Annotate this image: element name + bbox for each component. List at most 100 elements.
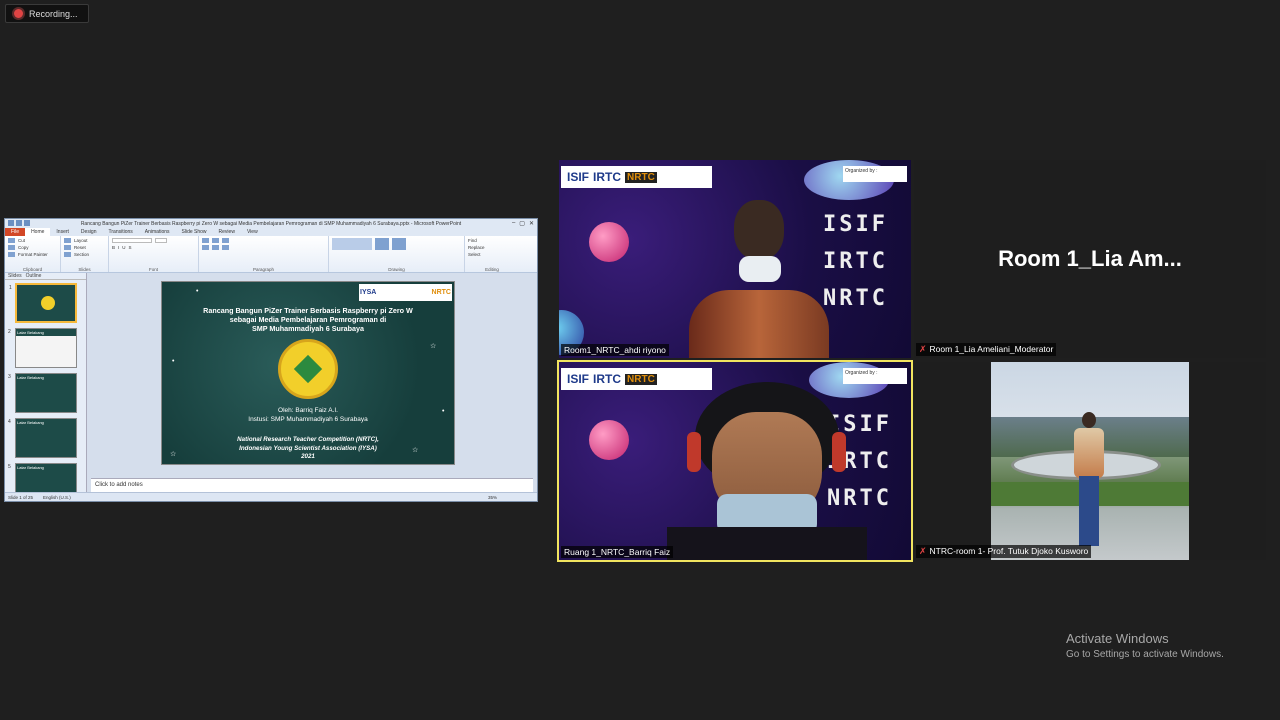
tab-animations[interactable]: Animations — [139, 229, 176, 235]
indent-icon[interactable] — [222, 238, 229, 243]
participant-name-text: Room 1_Lia Ameliani_Moderator — [929, 344, 1054, 354]
participant-video — [689, 200, 829, 358]
italic-icon[interactable]: I — [118, 245, 119, 250]
bullets-icon[interactable] — [202, 238, 209, 243]
notes-pane[interactable]: Click to add notes — [91, 478, 533, 492]
new-slide-icon[interactable] — [64, 238, 71, 243]
banner-isif: ISIF — [567, 170, 590, 184]
video-tile-tutuk[interactable]: ✗ NTRC-room 1- Prof. Tutuk Djoko Kusworo — [914, 362, 1266, 560]
slide-title-line3: SMP Muhammadiyah 6 Surabaya — [251, 324, 365, 333]
minimize-icon[interactable]: – — [512, 220, 515, 227]
shirt — [1074, 428, 1104, 478]
organizer-banner: Organized by : — [843, 368, 907, 384]
side-text: ISIF IRTC NRTC — [823, 206, 888, 317]
side-text-3: NRTC — [823, 286, 888, 311]
align-left-icon[interactable] — [202, 245, 209, 250]
zoom-level[interactable]: 35% — [488, 495, 497, 500]
format-painter-button[interactable]: Format Painter — [18, 252, 48, 257]
slide-thumbnail-1[interactable]: 1 — [9, 283, 77, 323]
star-icon: ☆ — [170, 451, 177, 458]
section-button[interactable]: Section — [74, 252, 89, 257]
underline-icon[interactable]: U — [122, 245, 125, 250]
section-icon[interactable] — [64, 252, 71, 257]
replace-button[interactable]: Replace — [468, 245, 485, 250]
slide-thumbnail-3[interactable]: 3 Latar Belakang — [8, 373, 77, 413]
tab-transitions[interactable]: Transitions — [103, 229, 139, 235]
thumb-title: Latar Belakang — [17, 375, 44, 380]
tab-review[interactable]: Review — [213, 229, 241, 235]
strike-icon[interactable]: S — [129, 245, 132, 250]
save-icon[interactable] — [8, 220, 14, 226]
tab-slides-panel[interactable]: Slides — [8, 273, 22, 279]
headphone-right — [832, 432, 846, 472]
slide-editor: IYSA NRTC Rancang Bangun PiZer Trainer B… — [87, 273, 537, 492]
thumb-number: 4 — [8, 419, 11, 425]
paste-icon[interactable] — [8, 238, 15, 243]
ribbon-tabs: File Home Insert Design Transitions Anim… — [5, 228, 537, 236]
pink-sphere — [589, 420, 629, 460]
video-tile-lia[interactable]: Room 1_Lia Am... ✗ Room 1_Lia Ameliani_Mo… — [914, 160, 1266, 358]
reset-icon[interactable] — [64, 245, 71, 250]
video-tile-ahdi[interactable]: ISIF IRTC NRTC Organized by : ISIF IRTC NR… — [559, 160, 911, 358]
cut-button[interactable]: Cut — [18, 238, 25, 243]
close-icon[interactable]: ✕ — [529, 220, 534, 227]
tab-file[interactable]: File — [5, 228, 26, 236]
undo-icon[interactable] — [16, 220, 22, 226]
shared-screen-powerpoint: Rancang Bangun PiZer Trainer Berbasis Ra… — [4, 218, 538, 502]
thumb-number: 1 — [9, 285, 12, 291]
recording-indicator[interactable]: Recording... — [5, 4, 89, 23]
watermark-line2: Go to Settings to activate Windows. — [1066, 649, 1224, 660]
ppt-window-title: Rancang Bangun PiZer Trainer Berbasis Ra… — [80, 220, 462, 227]
redo-icon[interactable] — [24, 220, 30, 226]
participant-name: Room1_NRTC_ahdi riyono — [561, 344, 669, 356]
select-button[interactable]: Select — [468, 252, 481, 257]
status-bar: Slide 1 of 25 English (U.S.) 35% — [5, 492, 537, 501]
maximize-icon[interactable]: ▢ — [519, 220, 525, 227]
organizer-banner: Organized by : — [843, 166, 907, 182]
thumb-number: 2 — [8, 329, 11, 335]
format-painter-icon[interactable] — [8, 252, 15, 257]
slide-org-block: National Research Teacher Competition (N… — [162, 436, 454, 462]
quick-styles-icon[interactable] — [392, 238, 406, 250]
tab-design[interactable]: Design — [75, 229, 103, 235]
head — [1082, 412, 1096, 428]
ribbon: Cut Copy Format Painter Clipboard Layout… — [5, 236, 537, 273]
numbering-icon[interactable] — [212, 238, 219, 243]
group-label-clipboard: Clipboard — [22, 267, 43, 272]
align-right-icon[interactable] — [222, 245, 229, 250]
find-button[interactable]: Find — [468, 238, 477, 243]
quick-access-toolbar[interactable] — [8, 220, 30, 226]
banner-irtc: IRTC — [593, 372, 622, 386]
font-name-box[interactable] — [112, 238, 152, 243]
copy-button[interactable]: Copy — [18, 245, 29, 250]
bold-icon[interactable]: B — [112, 245, 115, 250]
tab-slide-show[interactable]: Slide Show — [176, 229, 213, 235]
tab-insert[interactable]: Insert — [50, 229, 75, 235]
video-tile-barriq-active-speaker[interactable]: ISIF IRTC NRTC Organized by : ISIF IRTC NR… — [557, 360, 913, 562]
partner-logos: IYSA NRTC — [359, 284, 452, 301]
face-mask — [739, 256, 781, 282]
shapes-gallery[interactable] — [332, 238, 372, 250]
slide-thumbnail-2[interactable]: 2 Latar Belakang — [8, 328, 77, 368]
side-text-1: ISIF — [823, 212, 888, 237]
notes-placeholder: Click to add notes — [95, 482, 143, 488]
tab-outline-panel[interactable]: Outline — [26, 273, 42, 279]
copy-icon[interactable] — [8, 245, 15, 250]
slide-thumbnail-4[interactable]: 4 Latar Belakang — [8, 418, 77, 458]
slide-author-block: Oleh: Barriq Faiz A.I. Instusi: SMP Muha… — [162, 406, 454, 424]
window-controls[interactable]: – ▢ ✕ — [512, 220, 534, 227]
tab-view[interactable]: View — [241, 229, 264, 235]
school-logo — [278, 339, 338, 399]
align-center-icon[interactable] — [212, 245, 219, 250]
reset-button[interactable]: Reset — [74, 245, 86, 250]
current-slide[interactable]: IYSA NRTC Rancang Bangun PiZer Trainer B… — [161, 281, 455, 465]
font-size-box[interactable] — [155, 238, 167, 243]
arrange-icon[interactable] — [375, 238, 389, 250]
tab-home[interactable]: Home — [25, 228, 51, 236]
recording-label: Recording... — [29, 8, 78, 19]
layout-button[interactable]: Layout — [74, 238, 88, 243]
group-label-paragraph: Paragraph — [252, 267, 274, 272]
organized-by-label: Organized by : — [845, 370, 878, 376]
iysa-logo: IYSA — [360, 289, 377, 296]
slide-author: Oleh: Barriq Faiz A.I. — [278, 407, 338, 414]
